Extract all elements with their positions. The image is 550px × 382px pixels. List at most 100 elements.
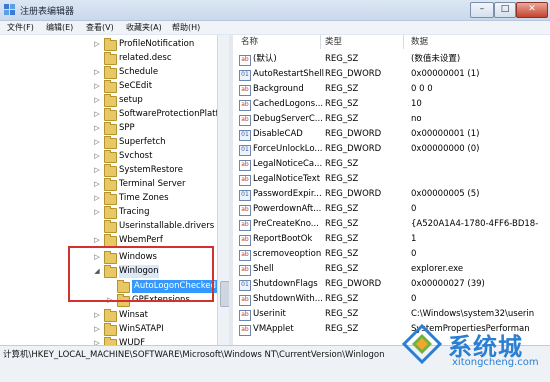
tree-item[interactable]: ▷ Tracing xyxy=(0,206,217,219)
value-data: 1 xyxy=(411,234,417,244)
value-type: REG_SZ xyxy=(325,174,359,184)
folder-icon xyxy=(104,309,117,322)
watermark-logo-icon xyxy=(402,324,442,364)
column-header-type[interactable]: 类型 xyxy=(325,35,342,49)
tree-item[interactable]: ▷ SoftwareProtectionPlatfo xyxy=(0,108,224,121)
value-row[interactable]: ab LegalNoticeText REG_SZ xyxy=(233,172,550,187)
value-row[interactable]: ab ShutdownWith... REG_SZ 0 xyxy=(233,292,550,307)
folder-icon xyxy=(104,38,117,51)
folder-icon xyxy=(104,108,117,121)
tree-item[interactable]: ▷ WUDF xyxy=(0,337,217,345)
value-name: (默认) xyxy=(253,54,277,64)
expand-arrow-icon[interactable]: ▷ xyxy=(93,192,101,205)
value-row[interactable]: ab DebugServerC... REG_SZ no xyxy=(233,112,550,127)
menu-help[interactable]: 帮助(H) xyxy=(172,22,200,33)
value-type: REG_SZ xyxy=(325,204,359,214)
close-button[interactable]: ✕ xyxy=(516,2,548,18)
value-row[interactable]: ab Shell REG_SZ explorer.exe xyxy=(233,262,550,277)
expand-arrow-icon[interactable]: ▷ xyxy=(93,38,101,51)
value-row[interactable]: ab Userinit REG_SZ C:\Windows\system32\u… xyxy=(233,307,550,322)
expand-arrow-icon[interactable]: ▷ xyxy=(93,122,101,135)
expand-arrow-icon[interactable]: ▷ xyxy=(93,80,101,93)
value-row[interactable]: ab PreCreateKno... REG_SZ {A520A1A4-1780… xyxy=(233,217,550,232)
string-value-icon: ab xyxy=(239,220,251,231)
value-data: explorer.exe xyxy=(411,264,464,274)
value-row[interactable]: ab (默认) REG_SZ (数值未设置) xyxy=(233,52,550,67)
value-row[interactable]: 01 DisableCAD REG_DWORD 0x00000001 (1) xyxy=(233,127,550,142)
value-type: REG_SZ xyxy=(325,324,359,334)
column-header-data[interactable]: 数据 xyxy=(411,35,428,49)
tree-item-label: Schedule xyxy=(119,67,159,77)
value-data: 0 xyxy=(411,294,417,304)
tree-item[interactable]: ▷ setup xyxy=(0,94,217,107)
expand-arrow-icon[interactable]: ▷ xyxy=(93,136,101,149)
menu-file[interactable]: 文件(F) xyxy=(7,22,34,33)
column-header-name[interactable]: 名称 xyxy=(241,35,258,49)
column-divider[interactable] xyxy=(320,35,321,49)
tree-item[interactable]: ▷ SPP xyxy=(0,122,217,135)
tree-item-label: Terminal Server xyxy=(119,179,186,189)
expand-arrow-icon[interactable]: ▷ xyxy=(93,309,101,322)
value-data: 0 xyxy=(411,249,417,259)
expand-arrow-icon[interactable]: ▷ xyxy=(93,337,101,345)
column-divider[interactable] xyxy=(403,35,404,49)
menu-edit[interactable]: 编辑(E) xyxy=(46,22,73,33)
value-data: 0x00000005 (5) xyxy=(411,189,480,199)
minimize-button[interactable]: – xyxy=(470,2,494,18)
tree-item[interactable]: ▷ SystemRestore xyxy=(0,164,217,177)
title-bar[interactable]: 注册表编辑器 – □ ✕ xyxy=(0,0,550,21)
tree-item[interactable]: ▷ Svchost xyxy=(0,150,217,163)
tree-item[interactable]: ▷ SeCEdit xyxy=(0,80,217,93)
expand-arrow-icon[interactable]: ▷ xyxy=(93,323,101,336)
expand-arrow-icon[interactable]: ▷ xyxy=(93,108,101,121)
expand-arrow-icon[interactable]: ▷ xyxy=(93,178,101,191)
value-row[interactable]: 01 ForceUnlockLo... REG_DWORD 0x00000000… xyxy=(233,142,550,157)
tree-item-label: Winsat xyxy=(119,310,148,320)
value-type: REG_SZ xyxy=(325,309,359,319)
tree-item-label: related.desc xyxy=(119,53,172,63)
tree-item[interactable]: ▷ WinSATAPI xyxy=(0,323,217,336)
expand-arrow-icon[interactable]: ▷ xyxy=(93,150,101,163)
tree-item-label: WinSATAPI xyxy=(119,324,164,334)
value-type: REG_SZ xyxy=(325,99,359,109)
expand-arrow-icon[interactable]: ▷ xyxy=(93,164,101,177)
value-row[interactable]: 01 PasswordExpir... REG_DWORD 0x00000005… xyxy=(233,187,550,202)
value-name: Shell xyxy=(253,264,274,274)
value-row[interactable]: 01 ShutdownFlags REG_DWORD 0x00000027 (3… xyxy=(233,277,550,292)
value-row[interactable]: ab PowerdownAft... REG_SZ 0 xyxy=(233,202,550,217)
tree-item[interactable]: Userinstallable.drivers xyxy=(0,220,217,233)
expand-arrow-icon[interactable]: ▷ xyxy=(93,66,101,79)
value-row[interactable]: 01 AutoRestartShell REG_DWORD 0x00000001… xyxy=(233,67,550,82)
tree-item[interactable]: ▷ Schedule xyxy=(0,66,217,79)
maximize-button[interactable]: □ xyxy=(494,2,516,18)
tree-item[interactable]: related.desc xyxy=(0,52,217,65)
value-row[interactable]: ab scremoveoption REG_SZ 0 xyxy=(233,247,550,262)
value-row[interactable]: ab Background REG_SZ 0 0 0 xyxy=(233,82,550,97)
tree-item[interactable]: ▷ Time Zones xyxy=(0,192,217,205)
folder-icon xyxy=(104,323,117,336)
value-row[interactable]: ab CachedLogons... REG_SZ 10 xyxy=(233,97,550,112)
folder-icon xyxy=(104,122,117,135)
value-type: REG_SZ xyxy=(325,234,359,244)
string-value-icon: ab xyxy=(239,115,251,126)
value-name: DebugServerC... xyxy=(253,114,323,124)
folder-icon xyxy=(104,94,117,107)
values-list-pane[interactable]: 名称 类型 数据 ab (默认) REG_SZ (数值未设置) 01 AutoR… xyxy=(233,35,550,345)
value-name: LegalNoticeText xyxy=(253,174,321,184)
tree-item[interactable]: ▷ Superfetch xyxy=(0,136,217,149)
expand-arrow-icon[interactable]: ▷ xyxy=(93,94,101,107)
registry-app-icon xyxy=(4,4,15,15)
value-row[interactable]: ab ReportBootOk REG_SZ 1 xyxy=(233,232,550,247)
expand-arrow-icon[interactable]: ▷ xyxy=(93,206,101,219)
menu-view[interactable]: 查看(V) xyxy=(86,22,114,33)
menu-favorites[interactable]: 收藏夹(A) xyxy=(126,22,162,33)
string-value-icon: ab xyxy=(239,295,251,306)
tree-item[interactable]: ▷ Winsat xyxy=(0,309,217,322)
tree-item[interactable]: ▷ ProfileNotification xyxy=(0,38,217,51)
tree-item-label: ProfileNotification xyxy=(119,39,195,49)
tree-item-label: SPP xyxy=(119,123,135,133)
value-row[interactable]: ab LegalNoticeCa... REG_SZ xyxy=(233,157,550,172)
value-type: REG_SZ xyxy=(325,264,359,274)
tree-item[interactable]: ▷ Terminal Server xyxy=(0,178,217,191)
dword-value-icon: 01 xyxy=(239,190,251,201)
